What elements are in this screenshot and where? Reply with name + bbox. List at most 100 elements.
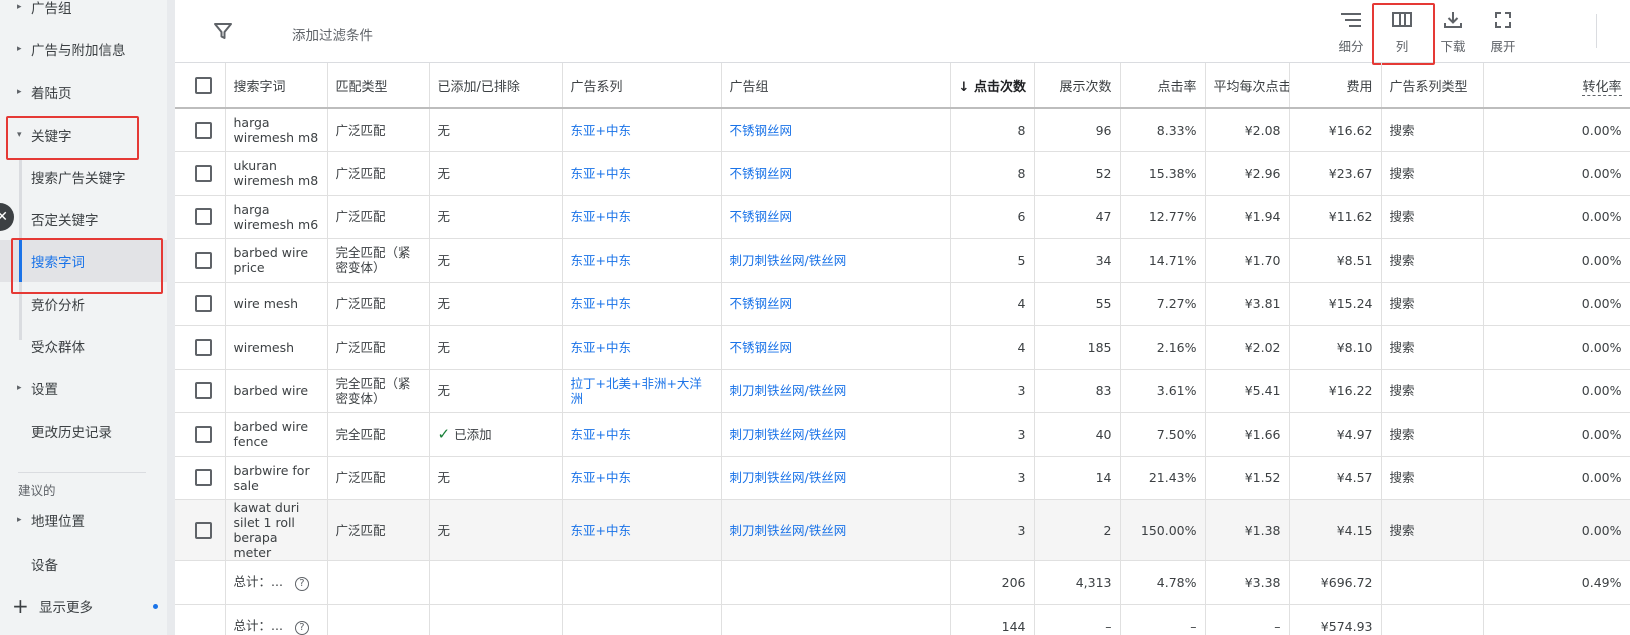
column-header-impressions[interactable]: 展示次数 bbox=[1034, 63, 1121, 109]
cell-cost: ¥16.62 bbox=[1289, 108, 1382, 152]
row-checkbox[interactable] bbox=[195, 121, 212, 139]
download-button[interactable]: 下载 bbox=[1431, 10, 1475, 55]
row-checkbox[interactable] bbox=[195, 251, 212, 269]
cell-ad-group-link[interactable]: 不锈钢丝网 bbox=[721, 325, 951, 370]
row-checkbox[interactable] bbox=[195, 208, 212, 226]
row-checkbox[interactable] bbox=[195, 521, 212, 539]
cell-avg-cpc: ¥1.66 bbox=[1205, 412, 1290, 457]
row-select-cell bbox=[175, 369, 226, 413]
table-row[interactable]: barbwire for sale 广泛匹配无东亚+中东 刺刀刺铁丝网/铁丝网 3 14… bbox=[175, 456, 1630, 500]
nav-auction-insights[interactable]: 竞价分析 bbox=[0, 289, 167, 319]
column-header-avg-cpc[interactable]: 平均每次点击 bbox=[1205, 63, 1290, 109]
totals-empty-cell bbox=[175, 604, 226, 635]
cell-ad-group-link[interactable]: 不锈钢丝网 bbox=[721, 282, 951, 326]
cell-campaign-link[interactable]: 东亚+中东 bbox=[562, 108, 722, 152]
nav-ads-extensions[interactable]: ▸ 广告与附加信息 bbox=[0, 34, 167, 64]
cell-campaign-link[interactable]: 东亚+中东 bbox=[562, 238, 722, 283]
cell-ctr: 15.38% bbox=[1120, 151, 1206, 196]
nav-audiences[interactable]: 受众群体 bbox=[0, 331, 167, 361]
select-all-checkbox[interactable] bbox=[195, 76, 212, 94]
cell-campaign-link[interactable]: 东亚+中东 bbox=[562, 195, 722, 239]
table-row[interactable]: harga wiremesh m8 广泛匹配无东亚+中东 不锈钢丝网 8 96 8.33%… bbox=[175, 108, 1630, 152]
row-checkbox[interactable] bbox=[195, 469, 212, 487]
cell-campaign-link[interactable]: 东亚+中东 bbox=[562, 325, 722, 370]
caret-right-icon: ▸ bbox=[17, 44, 22, 54]
cell-ad-group-link[interactable]: 不锈钢丝网 bbox=[721, 195, 951, 239]
table-row[interactable]: barbed wire 完全匹配（紧密变体）无拉丁+北美+非洲+大洋洲 刺刀刺铁丝网… bbox=[175, 369, 1630, 413]
caret-right-icon: ▸ bbox=[17, 2, 22, 12]
cell-ad-group-link[interactable]: 刺刀刺铁丝网/铁丝网 bbox=[721, 412, 951, 457]
table-row[interactable]: ukuran wiremesh m8 广泛匹配无东亚+中东 不锈钢丝网 8 52 15.3… bbox=[175, 151, 1630, 196]
add-filter-input[interactable]: 添加过滤条件 bbox=[292, 24, 373, 44]
row-checkbox[interactable] bbox=[195, 338, 212, 356]
cell-ad-group-link[interactable]: 刺刀刺铁丝网/铁丝网 bbox=[721, 238, 951, 283]
cell-campaign-type: 搜索 bbox=[1381, 499, 1484, 561]
cell-campaign-type: 搜索 bbox=[1381, 108, 1484, 152]
nav-negative-keywords[interactable]: 否定关键字 bbox=[0, 204, 167, 234]
cell-campaign-link[interactable]: 东亚+中东 bbox=[562, 151, 722, 196]
nav-search-terms[interactable]: 搜索字词 bbox=[0, 240, 167, 282]
cell-campaign-link[interactable]: 东亚+中东 bbox=[562, 282, 722, 326]
cell-ad-group-link[interactable]: 刺刀刺铁丝网/铁丝网 bbox=[721, 456, 951, 500]
column-header-ad-group[interactable]: 广告组 bbox=[721, 63, 951, 109]
nav-change-history[interactable]: 更改历史记录 bbox=[0, 416, 167, 446]
totals-ctr: 4.78% bbox=[1120, 560, 1206, 605]
row-checkbox[interactable] bbox=[195, 425, 212, 443]
nav-label: 搜索广告关键字 bbox=[31, 171, 126, 187]
cell-campaign-link[interactable]: 东亚+中东 bbox=[562, 412, 722, 457]
nav-landing-pages[interactable]: ▸ 着陆页 bbox=[0, 77, 167, 107]
cell-campaign-link[interactable]: 东亚+中东 bbox=[562, 456, 722, 500]
totals-clicks: 144 bbox=[950, 604, 1035, 635]
cell-match-type: 广泛匹配 bbox=[327, 195, 430, 239]
segment-button[interactable]: 细分 bbox=[1329, 10, 1373, 55]
cell-conv-rate: 0.00% bbox=[1483, 456, 1630, 500]
column-header-added-excluded[interactable]: 已添加/已排除 bbox=[429, 63, 563, 109]
table-row[interactable]: wiremesh 广泛匹配无东亚+中东 不锈钢丝网 4 185 2.16% ¥2.02 ¥8.… bbox=[175, 325, 1630, 370]
help-icon[interactable]: ? bbox=[294, 577, 309, 591]
cell-ad-group-link[interactable]: 不锈钢丝网 bbox=[721, 151, 951, 196]
column-header-conv-rate[interactable]: 转化率 bbox=[1483, 63, 1630, 109]
column-header-search-term[interactable]: 搜索字词 bbox=[225, 63, 328, 109]
row-checkbox[interactable] bbox=[195, 295, 212, 313]
column-header-cost[interactable]: 费用 bbox=[1289, 63, 1382, 109]
nav-devices[interactable]: 设备 bbox=[0, 549, 167, 579]
cell-avg-cpc: ¥1.52 bbox=[1205, 456, 1290, 500]
table-row[interactable]: wire mesh 广泛匹配无东亚+中东 不锈钢丝网 4 55 7.27% ¥3.81 ¥15… bbox=[175, 282, 1630, 326]
row-checkbox[interactable] bbox=[195, 382, 212, 400]
nav-ad-groups[interactable]: ▸ 广告组 bbox=[0, 0, 167, 22]
totals-empty-cell bbox=[327, 604, 430, 635]
cell-campaign-link[interactable]: 拉丁+北美+非洲+大洋洲 bbox=[562, 369, 722, 413]
cell-ad-group-link[interactable]: 刺刀刺铁丝网/铁丝网 bbox=[721, 499, 951, 561]
column-header-ctr[interactable]: 点击率 bbox=[1120, 63, 1206, 109]
nav-settings[interactable]: ▸ 设置 bbox=[0, 373, 167, 403]
filter-icon[interactable] bbox=[213, 21, 233, 41]
table-row[interactable]: barbed wire price 完全匹配（紧密变体）无东亚+中东 刺刀刺铁丝网/… bbox=[175, 238, 1630, 283]
cell-ad-group-link[interactable]: 不锈钢丝网 bbox=[721, 108, 951, 152]
cell-impressions: 40 bbox=[1034, 412, 1121, 457]
row-select-cell bbox=[175, 282, 226, 326]
columns-button[interactable]: 列 bbox=[1380, 10, 1424, 55]
sidebar-gutter bbox=[167, 0, 175, 635]
caret-right-icon: ▸ bbox=[17, 87, 22, 97]
sort-arrow-icon: ↓ bbox=[958, 79, 970, 95]
table-row[interactable]: harga wiremesh m6 广泛匹配无东亚+中东 不锈钢丝网 6 47 12.77… bbox=[175, 195, 1630, 239]
column-header-campaign[interactable]: 广告系列 bbox=[562, 63, 722, 109]
nav-keywords[interactable]: ▾ 关键字 bbox=[0, 120, 167, 150]
cell-search-term: barbed wire price bbox=[225, 238, 328, 283]
column-header-clicks[interactable]: ↓ 点击次数 bbox=[950, 63, 1035, 109]
totals-empty-cell bbox=[562, 604, 722, 635]
cell-campaign-link[interactable]: 东亚+中东 bbox=[562, 499, 722, 561]
expand-button[interactable]: 展开 bbox=[1481, 10, 1525, 55]
cell-match-type: 完全匹配（紧密变体） bbox=[327, 369, 430, 413]
cell-cost: ¥16.22 bbox=[1289, 369, 1382, 413]
table-row[interactable]: kawat duri silet 1 roll berapa meter 广泛匹配… bbox=[175, 499, 1630, 561]
table-row[interactable]: barbed wire fence 完全匹配 ✓ 已添加 东亚+中东 刺刀刺铁丝网/铁丝网… bbox=[175, 412, 1630, 457]
column-header-campaign-type[interactable]: 广告系列类型 bbox=[1381, 63, 1484, 109]
cell-ad-group-link[interactable]: 刺刀刺铁丝网/铁丝网 bbox=[721, 369, 951, 413]
nav-search-keywords[interactable]: 搜索广告关键字 bbox=[0, 162, 167, 192]
nav-locations[interactable]: ▸ 地理位置 bbox=[0, 505, 167, 535]
help-icon[interactable]: ? bbox=[294, 621, 309, 635]
row-checkbox[interactable] bbox=[195, 164, 212, 182]
show-more-button[interactable]: + 显示更多 bbox=[0, 591, 167, 621]
column-header-match-type[interactable]: 匹配类型 bbox=[327, 63, 430, 109]
